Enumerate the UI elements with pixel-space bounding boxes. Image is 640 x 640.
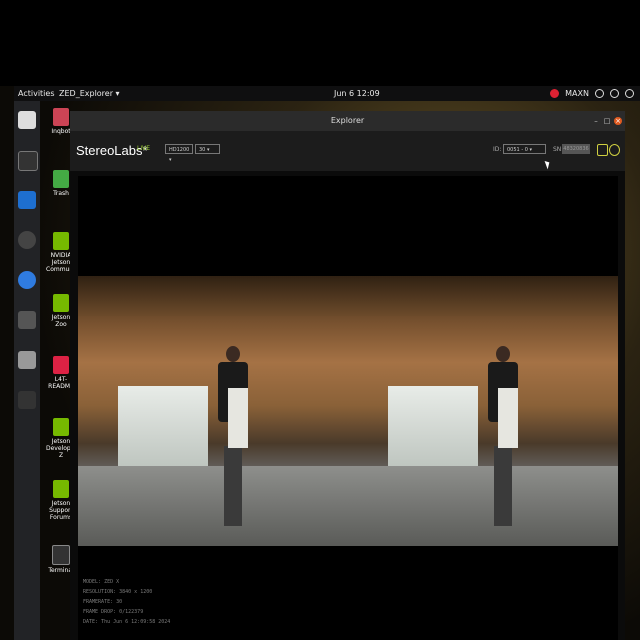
nvidia-icon (53, 232, 69, 250)
window-title: Explorer (330, 116, 365, 125)
nvidia-icon (53, 294, 69, 312)
window-titlebar[interactable]: Explorer – □ × (70, 111, 625, 131)
resolution-select[interactable]: HD1200 ▾ (165, 144, 193, 163)
desktop-icon-label: Jetson Zoo (51, 314, 71, 328)
chromium-icon[interactable] (18, 271, 36, 289)
stereo-video-feed (78, 276, 618, 546)
terminal-icon (52, 545, 70, 565)
dock (14, 101, 40, 640)
vscode-icon[interactable] (18, 191, 36, 209)
explorer-app-icon[interactable] (18, 311, 36, 329)
person-figure (486, 346, 520, 536)
app-toolbar: StereoLabs* LIVE HD1200 ▾ 30 ▾ ID: 0051 … (70, 131, 625, 171)
info-frame-drop: FRAME DROP: 0/122379 (83, 609, 144, 615)
show-apps-icon[interactable] (18, 391, 36, 409)
app-menu[interactable]: ZED_Explorer ▾ (59, 86, 120, 101)
system-tray[interactable]: MAXN (550, 86, 634, 101)
left-camera-view (78, 276, 348, 546)
desktop-icon-label: Inqbot (51, 128, 71, 135)
terminal-icon[interactable] (18, 151, 38, 171)
person-figure (216, 346, 250, 536)
camera-id-select[interactable]: 0051 - 0 ▾ (503, 144, 546, 154)
folder-icon (53, 108, 69, 126)
live-indicator: LIVE (137, 145, 151, 152)
gnome-topbar: Activities ZED_Explorer ▾ Jun 6 12:09 MA… (14, 86, 640, 101)
desktop-icon-label: Trash (53, 190, 69, 197)
info-resolution: RESOLUTION: 3840 x 1200 (83, 589, 153, 595)
network-icon[interactable] (595, 89, 604, 98)
power-mode-label[interactable]: MAXN (565, 86, 589, 101)
files-icon[interactable] (18, 111, 36, 129)
trash-icon (53, 170, 69, 188)
fps-select[interactable]: 30 ▾ (195, 144, 220, 154)
activities-button[interactable]: Activities (18, 86, 55, 101)
obs-icon[interactable] (18, 231, 36, 249)
close-button[interactable]: × (614, 117, 622, 125)
info-framerate: FRAMERATE: 30 (83, 599, 123, 605)
record-icon[interactable] (597, 144, 608, 156)
right-camera-view (348, 276, 618, 546)
disk-icon[interactable] (18, 351, 36, 369)
camera-info-panel: MODEL: ZED X RESOLUTION: 3840 x 1200 FRA… (83, 577, 170, 627)
letterbox-top (0, 0, 640, 86)
folder-icon (53, 356, 69, 374)
minimize-button[interactable]: – (592, 117, 600, 125)
maximize-button[interactable]: □ (603, 117, 611, 125)
settings-icon[interactable] (609, 144, 620, 156)
id-label: ID: (493, 146, 502, 153)
clock[interactable]: Jun 6 12:09 (334, 86, 380, 101)
nvidia-icon (53, 418, 69, 436)
nvidia-icon (53, 480, 69, 498)
serial-number-field: 48320836 (562, 144, 590, 154)
nvidia-icon[interactable] (550, 89, 560, 98)
info-date: DATE: Thu Jun 6 12:09:58 2024 (83, 619, 171, 625)
volume-icon[interactable] (610, 89, 619, 98)
info-model: MODEL: ZED X (83, 579, 120, 585)
power-icon[interactable] (625, 89, 634, 98)
